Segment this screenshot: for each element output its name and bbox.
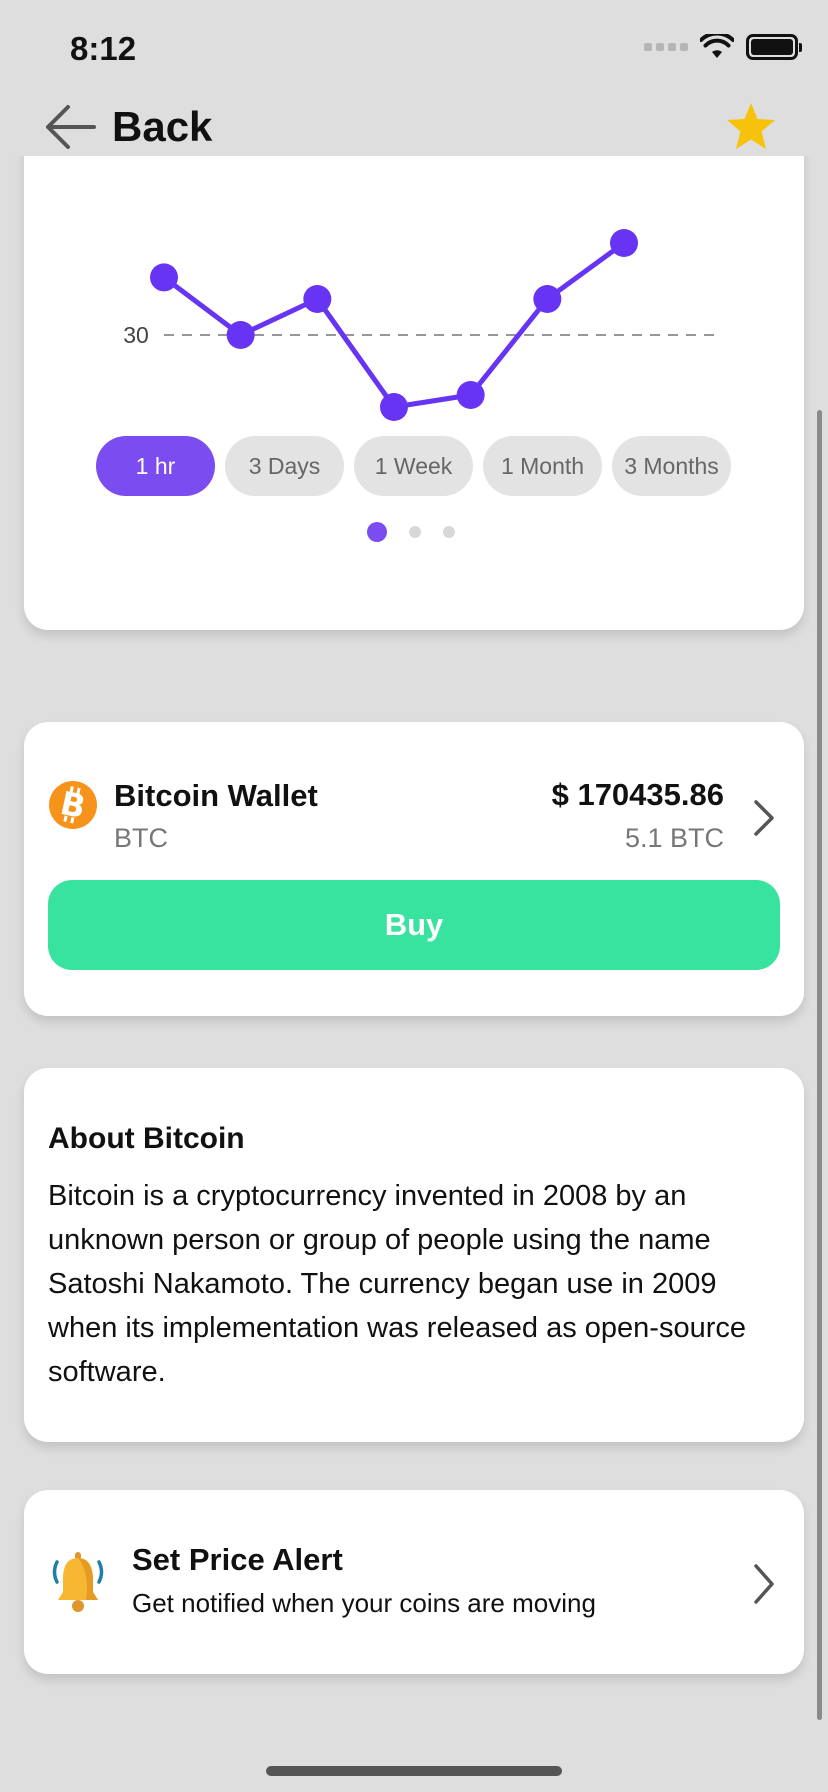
arrow-left-icon xyxy=(46,105,96,149)
bitcoin-icon: B xyxy=(49,781,97,829)
wifi-icon xyxy=(700,34,734,58)
status-bar: 8:12 xyxy=(0,0,828,98)
about-title: About Bitcoin xyxy=(48,1122,245,1155)
about-card: About Bitcoin Bitcoin is a cryptocurrenc… xyxy=(24,1068,804,1442)
chevron-right-icon[interactable] xyxy=(750,798,778,838)
star-icon[interactable] xyxy=(724,100,778,154)
price-alert-card[interactable]: Set Price Alert Get notified when your c… xyxy=(24,1490,804,1674)
back-button[interactable]: Back xyxy=(44,98,212,156)
wallet-symbol: BTC xyxy=(114,823,168,853)
about-text: Bitcoin is a cryptocurrency invented in … xyxy=(48,1180,746,1388)
wallet-amount: 5.1 BTC xyxy=(624,823,724,853)
back-label: Back xyxy=(112,103,213,150)
wallet-card[interactable]: B Bitcoin Wallet BTC $ 170435.86 5.1 BTC… xyxy=(24,722,804,1016)
data-point-6[interactable] xyxy=(533,285,562,313)
buy-button[interactable]: Buy xyxy=(48,880,780,970)
chevron-right-icon[interactable] xyxy=(750,1562,778,1606)
scroll-content[interactable]: 153015 MIN30 MIN45 MIN60 MIN 1 hr 3 Days… xyxy=(0,156,828,1792)
data-point-5[interactable] xyxy=(456,381,485,409)
status-time: 8:12 xyxy=(70,30,137,67)
y-tick-label: 30 xyxy=(123,322,149,348)
scrollbar[interactable] xyxy=(817,410,822,1720)
wallet-value: $ 170435.86 xyxy=(551,777,724,812)
battery-icon xyxy=(746,34,802,60)
alert-subtitle: Get notified when your coins are moving xyxy=(132,1588,596,1618)
period-3days-button[interactable]: 3 Days xyxy=(225,436,344,496)
home-indicator[interactable] xyxy=(266,1766,562,1776)
price-chart: 153015 MIN30 MIN45 MIN60 MIN xyxy=(123,229,714,421)
cellular-signal-icon xyxy=(644,43,688,51)
page-dot-2[interactable] xyxy=(409,526,421,538)
page-indicator[interactable] xyxy=(367,522,455,542)
price-chart-card: 153015 MIN30 MIN45 MIN60 MIN 1 hr 3 Days… xyxy=(24,156,804,630)
page-dot-3[interactable] xyxy=(443,526,455,538)
data-point-7[interactable] xyxy=(610,229,638,257)
data-point-1[interactable] xyxy=(150,263,178,292)
period-3months-button[interactable]: 3 Months xyxy=(612,436,731,496)
bell-icon xyxy=(52,1552,104,1612)
data-point-4[interactable] xyxy=(380,393,408,421)
period-1month-button[interactable]: 1 Month xyxy=(483,436,602,496)
data-point-2[interactable] xyxy=(226,321,255,349)
nav-bar: Back xyxy=(0,98,828,156)
wallet-name: Bitcoin Wallet xyxy=(114,778,318,813)
period-selector: 1 hr 3 Days 1 Week 1 Month 3 Months xyxy=(96,436,731,496)
alert-title: Set Price Alert xyxy=(132,1542,343,1577)
period-1week-button[interactable]: 1 Week xyxy=(354,436,473,496)
data-point-3[interactable] xyxy=(303,285,332,313)
period-1hr-button[interactable]: 1 hr xyxy=(96,436,215,496)
status-icons xyxy=(644,34,802,60)
page-dot-1[interactable] xyxy=(367,522,387,542)
